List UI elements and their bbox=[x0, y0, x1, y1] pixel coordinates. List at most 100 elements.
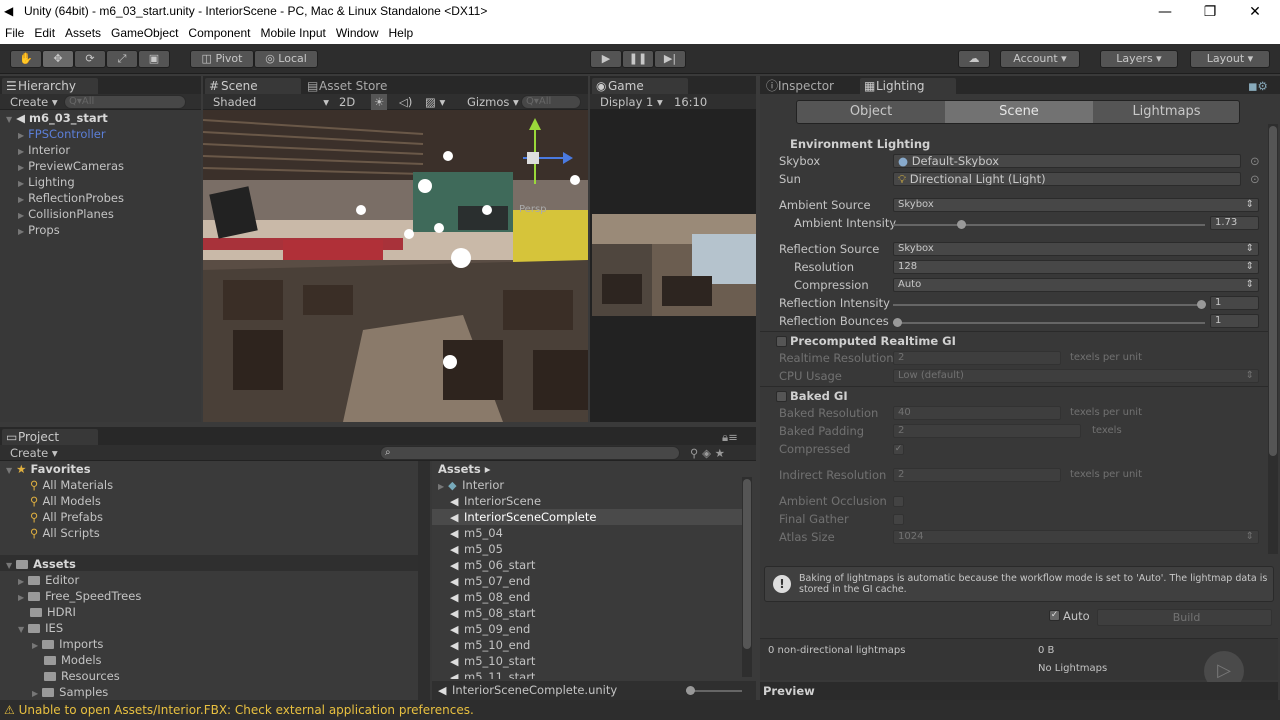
cpu-usage-dropdown[interactable]: Low (default) ⇕ bbox=[893, 369, 1259, 383]
sun-picker-icon[interactable]: ⊙ bbox=[1250, 172, 1260, 186]
minimize-button[interactable]: — bbox=[1150, 2, 1180, 22]
file-m5-11-start[interactable]: ◀ m5_11_start bbox=[450, 669, 535, 679]
file-m5-09-end[interactable]: ◀ m5_09_end bbox=[450, 621, 530, 637]
tab-game[interactable]: ◉ Game bbox=[592, 78, 688, 94]
menu-help[interactable]: Help bbox=[384, 24, 419, 42]
reflection-intensity-slider[interactable] bbox=[893, 300, 1206, 309]
favorite-all-prefabs[interactable]: ⚲ All Prefabs bbox=[30, 509, 103, 525]
menu-component[interactable]: Component bbox=[183, 24, 255, 42]
menu-assets[interactable]: Assets bbox=[60, 24, 106, 42]
move-tool-button[interactable]: ✥ bbox=[42, 50, 74, 68]
rect-tool-button[interactable]: ▣ bbox=[138, 50, 170, 68]
favorite-all-materials[interactable]: ⚲ All Materials bbox=[30, 477, 113, 493]
reflection-intensity-input[interactable]: 1 bbox=[1210, 296, 1259, 310]
shading-mode-dropdown[interactable]: Shaded ▾ bbox=[213, 94, 329, 110]
ambient-occlusion-checkbox[interactable] bbox=[893, 496, 904, 507]
tab-lighting[interactable]: ▦ Lighting bbox=[860, 78, 956, 94]
menu-gameobject[interactable]: GameObject bbox=[106, 24, 183, 42]
favorites-header[interactable]: ▼ ★ Favorites bbox=[6, 461, 91, 477]
project-tree-scrollbar[interactable] bbox=[418, 461, 430, 700]
hierarchy-item-fpscontroller[interactable]: ▶ FPSController bbox=[18, 126, 106, 142]
compression-dropdown[interactable]: Auto ⇕ bbox=[893, 278, 1259, 292]
file-m5-06-start[interactable]: ◀ m5_06_start bbox=[450, 557, 535, 573]
scene-search-input[interactable]: Q▾All bbox=[521, 95, 581, 109]
skybox-picker-icon[interactable]: ⊙ bbox=[1250, 154, 1260, 168]
files-breadcrumb[interactable]: Assets ▸ bbox=[438, 461, 491, 477]
reflection-bounces-input[interactable]: 1 bbox=[1210, 314, 1259, 328]
file-m5-07-end[interactable]: ◀ m5_07_end bbox=[450, 573, 530, 589]
final-gather-checkbox[interactable] bbox=[893, 514, 904, 525]
gizmos-dropdown[interactable]: Gizmos ▾ bbox=[467, 94, 519, 110]
ambient-intensity-input[interactable]: 1.73 bbox=[1210, 216, 1259, 230]
display-dropdown[interactable]: Display 1 ▾ bbox=[600, 94, 663, 110]
baked-padding-input[interactable]: 2 bbox=[893, 424, 1081, 438]
menu-window[interactable]: Window bbox=[331, 24, 384, 42]
file-m5-10-end[interactable]: ◀ m5_10_end bbox=[450, 637, 530, 653]
pivot-toggle[interactable]: ◫ Pivot bbox=[190, 50, 254, 68]
effects-toggle[interactable]: ▨ ▾ bbox=[425, 94, 445, 110]
tab-hierarchy[interactable]: ☰ Hierarchy bbox=[2, 78, 98, 94]
file-interiorscene[interactable]: ◀ InteriorScene bbox=[450, 493, 541, 509]
compressed-checkbox[interactable]: ✓ bbox=[893, 444, 904, 455]
file-m5-05[interactable]: ◀ m5_05 bbox=[450, 541, 503, 557]
folder-editor[interactable]: ▶ Editor bbox=[18, 572, 79, 588]
close-button[interactable]: ✕ bbox=[1240, 2, 1270, 22]
file-interior[interactable]: ▶ ◆ Interior bbox=[438, 477, 504, 493]
hierarchy-item-props[interactable]: ▶ Props bbox=[18, 222, 60, 238]
reflection-source-dropdown[interactable]: Skybox ⇕ bbox=[893, 242, 1259, 256]
hierarchy-item-interior[interactable]: ▶ Interior bbox=[18, 142, 70, 158]
hierarchy-item-reflectionprobes[interactable]: ▶ ReflectionProbes bbox=[18, 190, 124, 206]
tab-project[interactable]: ▭ Project bbox=[2, 429, 98, 445]
favorite-all-scripts[interactable]: ⚲ All Scripts bbox=[30, 525, 100, 541]
baked-resolution-input[interactable]: 40 bbox=[893, 406, 1061, 420]
file-interiorscenecomplete[interactable]: ◀ InteriorSceneComplete bbox=[450, 509, 596, 525]
status-bar[interactable]: ⚠ Unable to open Assets/Interior.FBX: Ch… bbox=[0, 700, 1280, 720]
scene-root[interactable]: ▼ ◀ m6_03_start bbox=[6, 110, 108, 126]
hierarchy-item-lighting[interactable]: ▶ Lighting bbox=[18, 174, 75, 190]
file-m5-08-start[interactable]: ◀ m5_08_start bbox=[450, 605, 535, 621]
realtime-resolution-input[interactable]: 2 bbox=[893, 351, 1061, 365]
play-button[interactable]: ▶ bbox=[590, 50, 622, 68]
lighting-scrollbar[interactable] bbox=[1268, 124, 1278, 554]
game-viewport[interactable] bbox=[592, 214, 756, 316]
2d-toggle[interactable]: 2D bbox=[339, 94, 355, 110]
file-m5-04[interactable]: ◀ m5_04 bbox=[450, 525, 503, 541]
maximize-button[interactable]: ❐ bbox=[1195, 2, 1225, 22]
sun-field[interactable]: 💡︎ Directional Light (Light) bbox=[893, 172, 1241, 186]
subtab-scene[interactable]: Scene bbox=[945, 101, 1093, 123]
audio-toggle[interactable]: ◁) bbox=[399, 94, 412, 110]
project-create-button[interactable]: Create ▾ bbox=[10, 445, 58, 461]
precomputed-gi-checkbox[interactable] bbox=[776, 336, 787, 347]
layout-dropdown[interactable]: Layout ▾ bbox=[1190, 50, 1270, 68]
auto-checkbox[interactable]: ✓ bbox=[1049, 610, 1060, 621]
folder-imports[interactable]: ▶ Imports bbox=[32, 636, 103, 652]
file-m5-10-start[interactable]: ◀ m5_10_start bbox=[450, 653, 535, 669]
project-search-input[interactable]: ⌕ bbox=[380, 446, 680, 460]
folder-resources[interactable]: Resources bbox=[44, 668, 120, 684]
reflection-bounces-slider[interactable] bbox=[893, 318, 1205, 327]
rotate-tool-button[interactable]: ⟳ bbox=[74, 50, 106, 68]
hierarchy-item-previewcameras[interactable]: ▶ PreviewCameras bbox=[18, 158, 124, 174]
ambient-intensity-slider[interactable] bbox=[893, 220, 1205, 229]
hierarchy-create-button[interactable]: Create ▾ bbox=[10, 94, 58, 110]
tab-scene[interactable]: # Scene bbox=[205, 78, 301, 94]
folder-models[interactable]: Models bbox=[44, 652, 102, 668]
account-dropdown[interactable]: Account ▾ bbox=[1000, 50, 1080, 68]
layers-dropdown[interactable]: Layers ▾ bbox=[1100, 50, 1178, 68]
panel-options-icon[interactable]: ◼⚙ bbox=[1248, 78, 1268, 94]
local-toggle[interactable]: ◎ Local bbox=[254, 50, 318, 68]
icon-size-slider[interactable] bbox=[686, 686, 742, 695]
folder-ies[interactable]: ▼ IES bbox=[18, 620, 63, 636]
favorite-all-models[interactable]: ⚲ All Models bbox=[30, 493, 101, 509]
build-button[interactable]: Build bbox=[1097, 609, 1272, 626]
menu-mobile-input[interactable]: Mobile Input bbox=[255, 24, 330, 42]
lock-icon[interactable]: 🔒︎≡ bbox=[722, 429, 738, 445]
project-files-scrollbar[interactable] bbox=[742, 477, 752, 677]
file-m5-08-end[interactable]: ◀ m5_08_end bbox=[450, 589, 530, 605]
pause-button[interactable]: ❚❚ bbox=[622, 50, 654, 68]
menu-edit[interactable]: Edit bbox=[29, 24, 60, 42]
resolution-dropdown[interactable]: 128 ⇕ bbox=[893, 260, 1259, 274]
tab-inspector[interactable]: ⓘ Inspector bbox=[762, 78, 858, 94]
preview-bar[interactable]: Preview bbox=[760, 682, 1278, 700]
assets-header[interactable]: ▼ Assets bbox=[6, 556, 76, 572]
